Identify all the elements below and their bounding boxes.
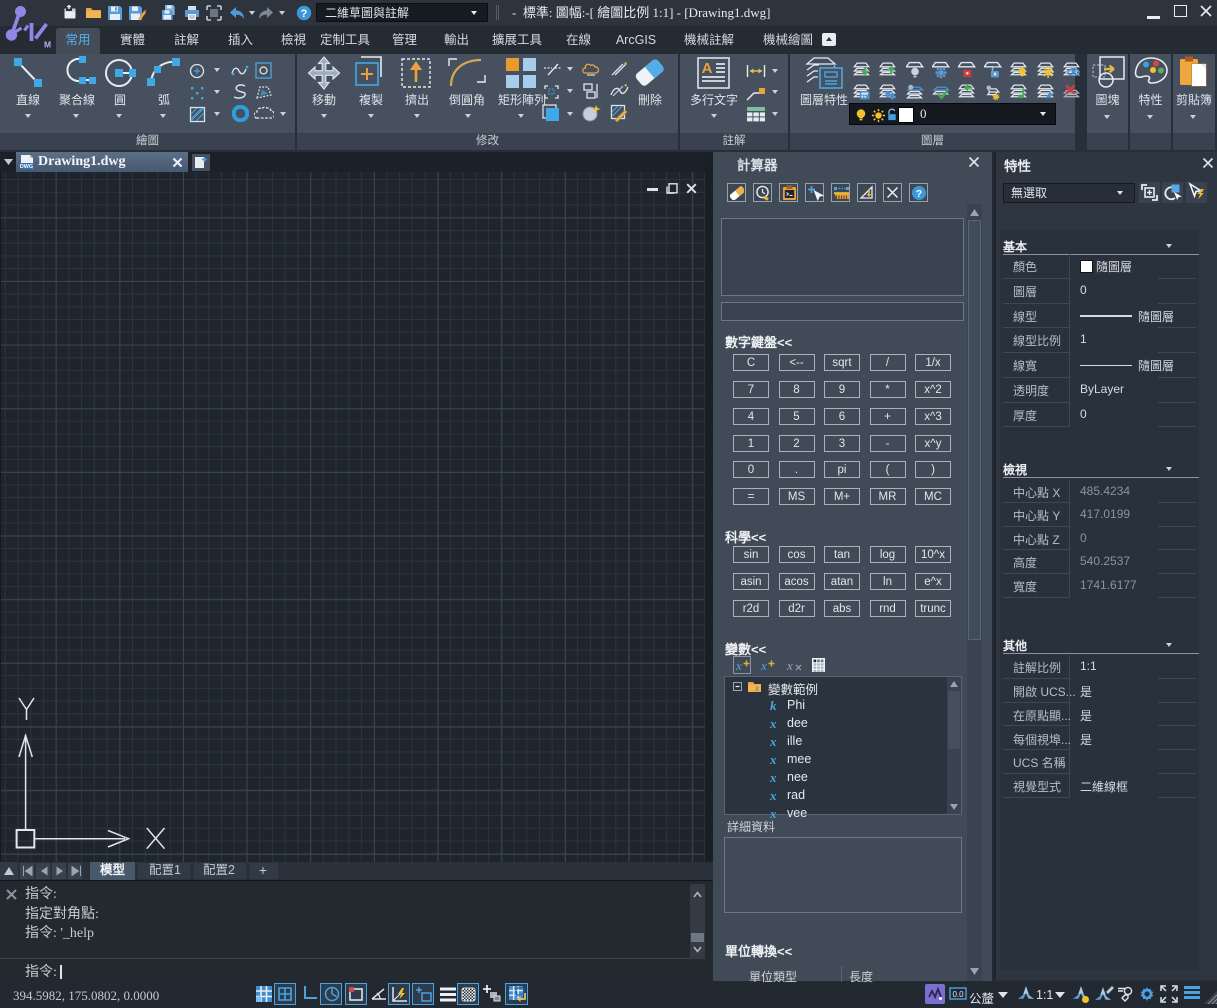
svg-text:x: x bbox=[786, 658, 793, 673]
svg-text:x: x bbox=[760, 658, 767, 673]
svg-text:x: x bbox=[735, 658, 742, 673]
svg-text:A: A bbox=[702, 60, 713, 77]
svg-text:DWG: DWG bbox=[20, 164, 33, 170]
svg-text:?: ? bbox=[916, 188, 922, 200]
svg-text:x: x bbox=[754, 683, 759, 693]
svg-text:?: ? bbox=[301, 8, 308, 20]
svg-text:M: M bbox=[44, 40, 51, 50]
svg-text:0.0: 0.0 bbox=[952, 990, 964, 999]
